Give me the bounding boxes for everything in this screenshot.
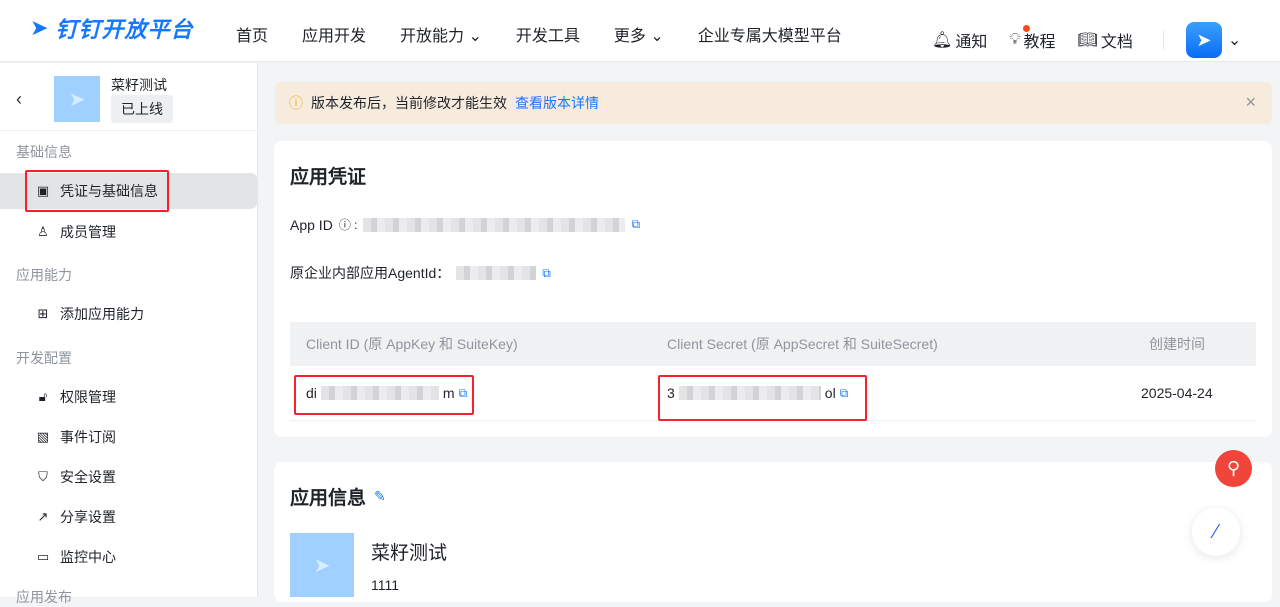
sidebar-item-add-capability[interactable]: ⊞ 添加应用能力 [0, 296, 257, 332]
book-icon: 📖︎ [1077, 32, 1098, 49]
table-header: Client ID (原 AppKey 和 SuiteKey) Client S… [290, 322, 1256, 366]
nav-capabilities[interactable]: 开放能力 ⌄ [400, 22, 482, 46]
divider [0, 130, 258, 131]
highlight-box [658, 375, 867, 421]
chevron-down-icon: ⌄ [650, 28, 664, 45]
docs-link[interactable]: 📖︎ 文档 [1078, 28, 1133, 52]
highlight-box [294, 375, 474, 415]
group-title: 应用发布 [16, 589, 72, 605]
nav-app-dev[interactable]: 应用开发 [302, 22, 366, 46]
divider [1162, 30, 1164, 50]
edit-icon[interactable]: ✎ [374, 488, 386, 505]
main-nav: 首页 应用开发 开放能力 ⌄ 开发工具 更多 ⌄ 企业专属大模型平台 [236, 22, 876, 46]
app-icon: ➤ [290, 533, 354, 597]
avatar[interactable]: ➤ [1185, 22, 1222, 58]
bulb-icon: 💡︎ [1009, 31, 1021, 48]
view-version-link[interactable]: 查看版本详情 [515, 93, 599, 113]
close-icon[interactable]: × [1245, 92, 1256, 113]
app-description: 1111 [371, 577, 400, 593]
highlight-box [25, 170, 169, 212]
app-icon: ➤ [54, 76, 100, 122]
chevron-down-icon[interactable]: ⌄ [1228, 30, 1241, 50]
ai-assistant-icon[interactable]: ⁄ [1192, 508, 1240, 556]
notify-link[interactable]: 🔔︎ 通知 [932, 28, 987, 52]
sidebar-item-permissions[interactable]: 🔓︎ 权限管理 [0, 379, 257, 415]
sidebar-item-members[interactable]: ♙ 成员管理 [0, 214, 257, 250]
masked-value [363, 217, 626, 232]
agent-id-field: 原企业内部应用AgentId： ⧉ [290, 265, 551, 281]
created-date: 2025-04-24 [1141, 385, 1213, 401]
brand-logo[interactable]: ➤ 钉钉开放平台 [30, 12, 193, 44]
dingtalk-wing-icon: ➤ [30, 15, 50, 40]
help-icon[interactable]: ⓘ : [339, 216, 358, 233]
support-icon[interactable]: ⚲ [1215, 450, 1252, 487]
shield-icon: ⛉ [38, 469, 48, 484]
app-id-field: App ID ⓘ : ⧉ [290, 216, 641, 233]
app-name: 菜籽测试 [371, 543, 448, 564]
bell-icon: 🔔︎ [932, 32, 953, 49]
sidebar-item-security[interactable]: ⛉ 安全设置 [0, 459, 257, 495]
masked-value [456, 266, 537, 280]
sidebar-item-monitor[interactable]: ▭ 监控中心 [0, 539, 257, 575]
group-title: 基础信息 [16, 144, 72, 160]
lock-icon: 🔓︎ [38, 389, 48, 404]
status-badge: 已上线 [111, 95, 173, 123]
monitor-icon: ▭ [36, 549, 50, 564]
nav-llm-platform[interactable]: 企业专属大模型平台 [698, 22, 842, 46]
app-name: 菜籽测试 [111, 77, 167, 93]
top-header: ➤ 钉钉开放平台 首页 应用开发 开放能力 ⌄ 开发工具 更多 ⌄ 企业专属大模型… [0, 0, 1280, 62]
group-title: 应用能力 [16, 267, 72, 283]
app-info-card: 应用信息 ✎ ➤ 菜籽测试 1111 [274, 462, 1272, 602]
sidebar-item-share[interactable]: ↗ 分享设置 [0, 499, 257, 535]
notice-banner: ⓘ 版本发布后，当前修改才能生效 查看版本详情 × [275, 82, 1272, 124]
section-title: 应用信息 [290, 488, 367, 509]
copy-icon[interactable]: ⧉ [631, 217, 640, 232]
share-icon: ↗ [37, 509, 49, 524]
group-title: 开发配置 [16, 350, 72, 366]
sidebar-item-events[interactable]: ▧ 事件订阅 [0, 419, 257, 455]
rss-icon: ▧ [36, 429, 50, 444]
chevron-down-icon: ⌄ [468, 28, 482, 45]
tutorial-link[interactable]: 💡︎ 教程 [1009, 25, 1056, 52]
section-title: 应用凭证 [290, 167, 367, 188]
nav-dev-tools[interactable]: 开发工具 [516, 22, 580, 46]
back-icon[interactable]: ‹ [16, 89, 22, 110]
info-icon: ⓘ [289, 95, 303, 111]
credentials-card: 应用凭证 App ID ⓘ : ⧉ 原企业内部应用AgentId： ⧉ Client … [274, 141, 1272, 437]
copy-icon[interactable]: ⧉ [542, 266, 551, 281]
nav-more[interactable]: 更多 ⌄ [614, 22, 664, 46]
add-app-icon: ⊞ [37, 306, 49, 321]
nav-home[interactable]: 首页 [236, 22, 268, 46]
sidebar: ‹ ➤ 菜籽测试 已上线 基础信息 ▣ 凭证与基础信息 ♙ 成员管理 应用能力 ⊞ 添… [0, 63, 258, 605]
member-icon: ♙ [37, 224, 49, 239]
